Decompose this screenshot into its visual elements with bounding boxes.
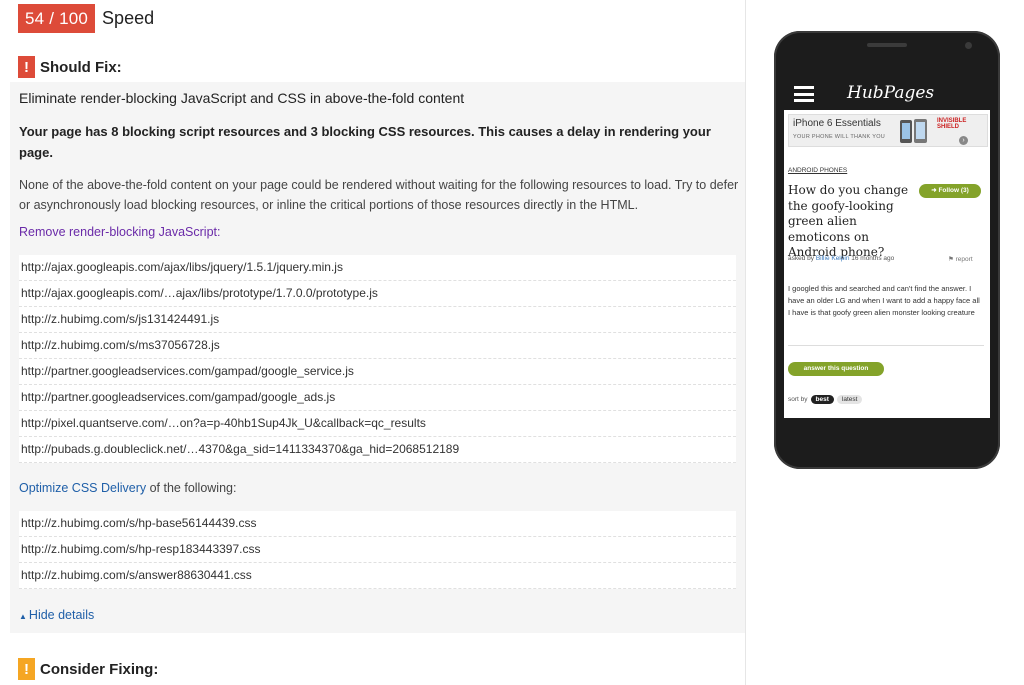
hubpages-app-bar: HubPages bbox=[784, 77, 990, 110]
meta-suffix: 16 months ago bbox=[849, 255, 895, 262]
sort-controls: sort by best latest bbox=[788, 395, 863, 404]
css-resource-url: http://z.hubimg.com/s/hp-resp183443397.c… bbox=[19, 537, 736, 563]
css-resource-list: http://z.hubimg.com/s/hp-base56144439.cs… bbox=[19, 511, 736, 589]
should-fix-header: ! Should Fix: bbox=[18, 56, 122, 78]
question-title: How do you change the goofy-looking gree… bbox=[788, 183, 909, 259]
js-resource-url: http://ajax.googleapis.com/…ajax/libs/pr… bbox=[19, 281, 736, 307]
css-resource-url: http://z.hubimg.com/s/hp-base56144439.cs… bbox=[19, 511, 736, 537]
arrow-right-icon: › bbox=[959, 136, 968, 145]
rule-description: None of the above-the-fold content on yo… bbox=[19, 178, 739, 212]
js-resource-list: http://ajax.googleapis.com/ajax/libs/jqu… bbox=[19, 255, 736, 463]
ad-title: iPhone 6 Essentials bbox=[793, 118, 881, 129]
js-resource-url: http://partner.googleadservices.com/gamp… bbox=[19, 359, 736, 385]
js-subheading: Remove render-blocking JavaScript: bbox=[19, 223, 221, 241]
phone-speaker bbox=[867, 43, 907, 47]
consider-fixing-header: ! Consider Fixing: bbox=[18, 658, 158, 680]
question-body: I googled this and searched and can't fi… bbox=[788, 284, 980, 318]
warning-exclamation-icon: ! bbox=[18, 56, 35, 78]
hubpages-logo: HubPages bbox=[847, 83, 935, 103]
sort-best-pill: best bbox=[810, 395, 834, 404]
score-badge: 54 / 100 bbox=[18, 4, 96, 33]
answer-question-button: answer this question bbox=[788, 362, 884, 376]
question-meta: asked by Billie Kelpin 16 months ago bbox=[788, 255, 894, 262]
divider bbox=[788, 345, 984, 346]
hide-details-label: Hide details bbox=[28, 608, 95, 622]
caution-exclamation-icon: ! bbox=[18, 658, 35, 680]
js-resource-url: http://z.hubimg.com/s/ms37056728.js bbox=[19, 333, 736, 359]
meta-prefix: asked by bbox=[788, 255, 816, 262]
sort-latest-pill: latest bbox=[836, 395, 863, 404]
css-resource-url: http://z.hubimg.com/s/answer88630441.css bbox=[19, 563, 736, 589]
phones-image bbox=[900, 119, 927, 143]
score-header: 54 / 100 Speed bbox=[18, 4, 154, 33]
css-link-suffix: of the following: bbox=[146, 481, 237, 495]
column-divider bbox=[745, 0, 746, 685]
ad-banner: iPhone 6 Essentials YOUR PHONE WILL THAN… bbox=[788, 114, 988, 147]
follow-label: Follow (3) bbox=[938, 187, 969, 194]
results-column: 54 / 100 Speed ! Should Fix: Eliminate r… bbox=[0, 0, 745, 685]
mobile-screenshot: HubPages iPhone 6 Essentials YOUR PHONE … bbox=[784, 77, 990, 418]
category-label: ANDROID PHONES bbox=[788, 167, 848, 174]
sort-label: sort by bbox=[788, 396, 808, 403]
ad-subtitle: YOUR PHONE WILL THANK YOU bbox=[793, 134, 886, 140]
author-link: Billie Kelpin bbox=[815, 255, 850, 262]
mobile-preview-phone: HubPages iPhone 6 Essentials YOUR PHONE … bbox=[774, 31, 1000, 469]
ad-brand: INVISIBLE SHIELD bbox=[937, 118, 966, 130]
js-resource-url: http://pixel.quantserve.com/…on?a=p-40hb… bbox=[19, 411, 736, 437]
rule-details-panel: Eliminate render-blocking JavaScript and… bbox=[10, 82, 745, 633]
js-resource-url: http://partner.googleadservices.com/gamp… bbox=[19, 385, 736, 411]
triangle-up-icon: ▲ bbox=[19, 612, 27, 621]
remove-render-blocking-js-link[interactable]: Remove render-blocking JavaScript bbox=[19, 225, 217, 239]
js-resource-url: http://ajax.googleapis.com/ajax/libs/jqu… bbox=[19, 255, 736, 281]
css-subheading: Optimize CSS Delivery of the following: bbox=[19, 481, 236, 495]
hide-details-link[interactable]: ▲ Hide details bbox=[19, 608, 94, 622]
consider-fixing-title: Consider Fixing: bbox=[40, 660, 159, 678]
ad-brand-bottom: SHIELD bbox=[937, 124, 960, 130]
should-fix-title: Should Fix: bbox=[40, 58, 122, 76]
js-resource-url: http://pubads.g.doubleclick.net/…4370&ga… bbox=[19, 437, 736, 463]
score-label: Speed bbox=[102, 8, 155, 28]
report-label: report bbox=[955, 256, 973, 263]
optimize-css-delivery-link[interactable]: Optimize CSS Delivery bbox=[19, 481, 146, 495]
js-link-suffix: : bbox=[217, 225, 221, 239]
phone-camera bbox=[965, 42, 972, 49]
js-resource-url: http://z.hubimg.com/s/js131424491.js bbox=[19, 307, 736, 333]
follow-button: ➜ Follow (3) bbox=[919, 184, 981, 198]
rule-title[interactable]: Eliminate render-blocking JavaScript and… bbox=[19, 90, 464, 106]
rule-summary: Your page has 8 blocking script resource… bbox=[19, 124, 711, 160]
hamburger-menu-icon bbox=[794, 86, 814, 102]
report-link: ⚑ report bbox=[948, 256, 973, 263]
